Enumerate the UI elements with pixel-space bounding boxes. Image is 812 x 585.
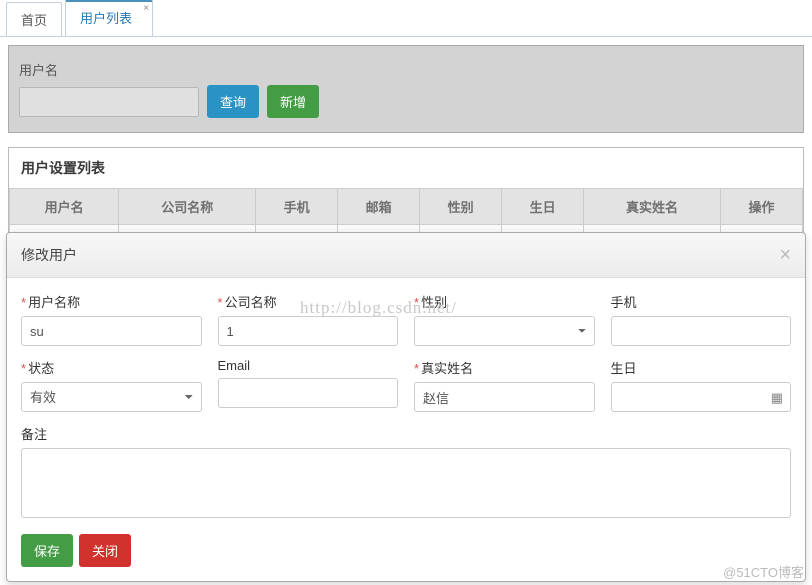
label-email: Email [218, 358, 399, 373]
field-status: *状态 有效 [21, 358, 202, 412]
th-email: 邮箱 [338, 189, 420, 225]
form-grid: *用户名称 *公司名称 *性别 手机 *状态 有效 Email [21, 292, 791, 518]
label-username: *用户名称 [21, 292, 202, 311]
input-company[interactable] [218, 316, 399, 346]
field-realname: *真实姓名 [414, 358, 595, 412]
user-list-panel: 用户设置列表 用户名 公司名称 手机 邮箱 性别 生日 真实姓名 操作 [8, 147, 804, 243]
tab-user-list[interactable]: 用户列表 × [65, 0, 153, 36]
th-realname: 真实姓名 [584, 189, 721, 225]
th-birthday: 生日 [502, 189, 584, 225]
main-content: 用户名 查询 新增 用户设置列表 用户名 公司名称 手机 邮箱 性别 生日 真实… [0, 37, 812, 251]
modal-footer: 保存 关闭 [7, 528, 805, 581]
filter-username-label: 用户名 [19, 60, 793, 79]
close-icon[interactable]: × [143, 4, 149, 14]
tab-bar: 首页 用户列表 × [0, 0, 812, 37]
edit-user-modal: 修改用户 × *用户名称 *公司名称 *性别 手机 *状态 有效 [6, 232, 806, 582]
field-gender: *性别 [414, 292, 595, 346]
field-email: Email [218, 358, 399, 412]
field-birthday: 生日 ▦ [611, 358, 792, 412]
label-gender: *性别 [414, 292, 595, 311]
modal-header: 修改用户 × [7, 233, 805, 278]
select-status[interactable]: 有效 [21, 382, 202, 412]
filter-username-input[interactable] [19, 87, 199, 117]
label-birthday: 生日 [611, 358, 792, 377]
query-button[interactable]: 查询 [207, 85, 259, 118]
table-header-row: 用户名 公司名称 手机 邮箱 性别 生日 真实姓名 操作 [10, 189, 803, 225]
add-button[interactable]: 新增 [267, 85, 319, 118]
field-phone: 手机 [611, 292, 792, 346]
th-actions: 操作 [720, 189, 802, 225]
tab-user-list-label: 用户列表 [80, 11, 132, 26]
calendar-icon[interactable]: ▦ [771, 390, 783, 406]
footer-watermark: @51CTO博客 [723, 562, 804, 581]
select-gender[interactable] [414, 316, 595, 346]
input-realname[interactable] [414, 382, 595, 412]
save-button[interactable]: 保存 [21, 534, 73, 567]
field-remark: 备注 [21, 424, 791, 518]
th-gender: 性别 [420, 189, 502, 225]
th-company: 公司名称 [119, 189, 256, 225]
modal-close-icon[interactable]: × [779, 245, 791, 265]
input-birthday[interactable] [611, 382, 792, 412]
modal-body: *用户名称 *公司名称 *性别 手机 *状态 有效 Email [7, 278, 805, 528]
filter-panel: 用户名 查询 新增 [8, 45, 804, 133]
tab-home-label: 首页 [21, 13, 47, 28]
input-email[interactable] [218, 378, 399, 408]
label-status: *状态 [21, 358, 202, 377]
field-username: *用户名称 [21, 292, 202, 346]
label-phone: 手机 [611, 292, 792, 311]
th-username: 用户名 [10, 189, 119, 225]
textarea-remark[interactable] [21, 448, 791, 518]
input-phone[interactable] [611, 316, 792, 346]
list-title: 用户设置列表 [9, 148, 803, 188]
label-remark: 备注 [21, 424, 791, 443]
input-username[interactable] [21, 316, 202, 346]
label-company: *公司名称 [218, 292, 399, 311]
birthday-input-wrap: ▦ [611, 382, 792, 412]
label-realname: *真实姓名 [414, 358, 595, 377]
close-button[interactable]: 关闭 [79, 534, 131, 567]
tab-home[interactable]: 首页 [6, 2, 62, 36]
th-phone: 手机 [256, 189, 338, 225]
filter-row: 查询 新增 [19, 85, 793, 118]
modal-title: 修改用户 [21, 245, 77, 265]
field-company: *公司名称 [218, 292, 399, 346]
